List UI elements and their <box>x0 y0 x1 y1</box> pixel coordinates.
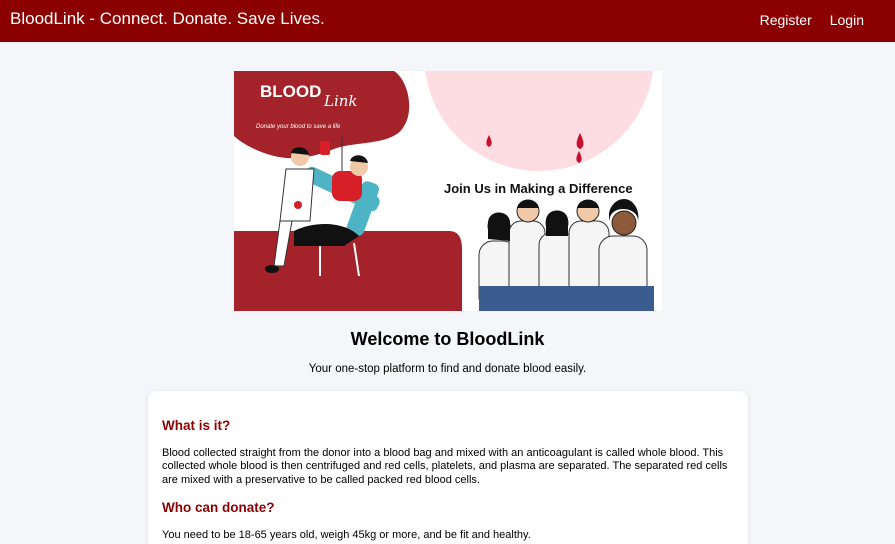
top-navbar: BloodLink - Connect. Donate. Save Lives.… <box>0 0 895 42</box>
nav-links: Register Login <box>760 11 864 29</box>
logo-tagline: Donate your blood to save a life <box>256 124 341 130</box>
info-card: What is it? Blood collected straight fro… <box>148 391 748 544</box>
page-subtitle: Your one-stop platform to find and donat… <box>308 363 587 375</box>
brand-title[interactable]: BloodLink - Connect. Donate. Save Lives. <box>10 9 325 29</box>
hero-banner: BLOOD Link Donate your blood to save a l… <box>234 71 662 311</box>
who-can-donate-text: You need to be 18-65 years old, weigh 45… <box>162 529 531 541</box>
what-is-it-heading: What is it? <box>162 418 231 433</box>
login-link[interactable]: Login <box>830 11 864 29</box>
pink-circle-shape <box>425 71 653 171</box>
volunteers-group-illustration <box>478 199 654 311</box>
logo-word: BLOOD <box>260 82 321 101</box>
what-is-it-text: Blood collected straight from the donor … <box>162 447 728 486</box>
register-link[interactable]: Register <box>760 11 812 29</box>
page-title: Welcome to BloodLink <box>350 329 545 349</box>
hero-headline: Join Us in Making a Difference <box>444 181 633 196</box>
who-can-donate-heading: Who can donate? <box>162 500 275 515</box>
hero-illustration: BLOOD Link Donate your blood to save a l… <box>234 71 654 311</box>
logo-script: Link <box>323 92 358 110</box>
